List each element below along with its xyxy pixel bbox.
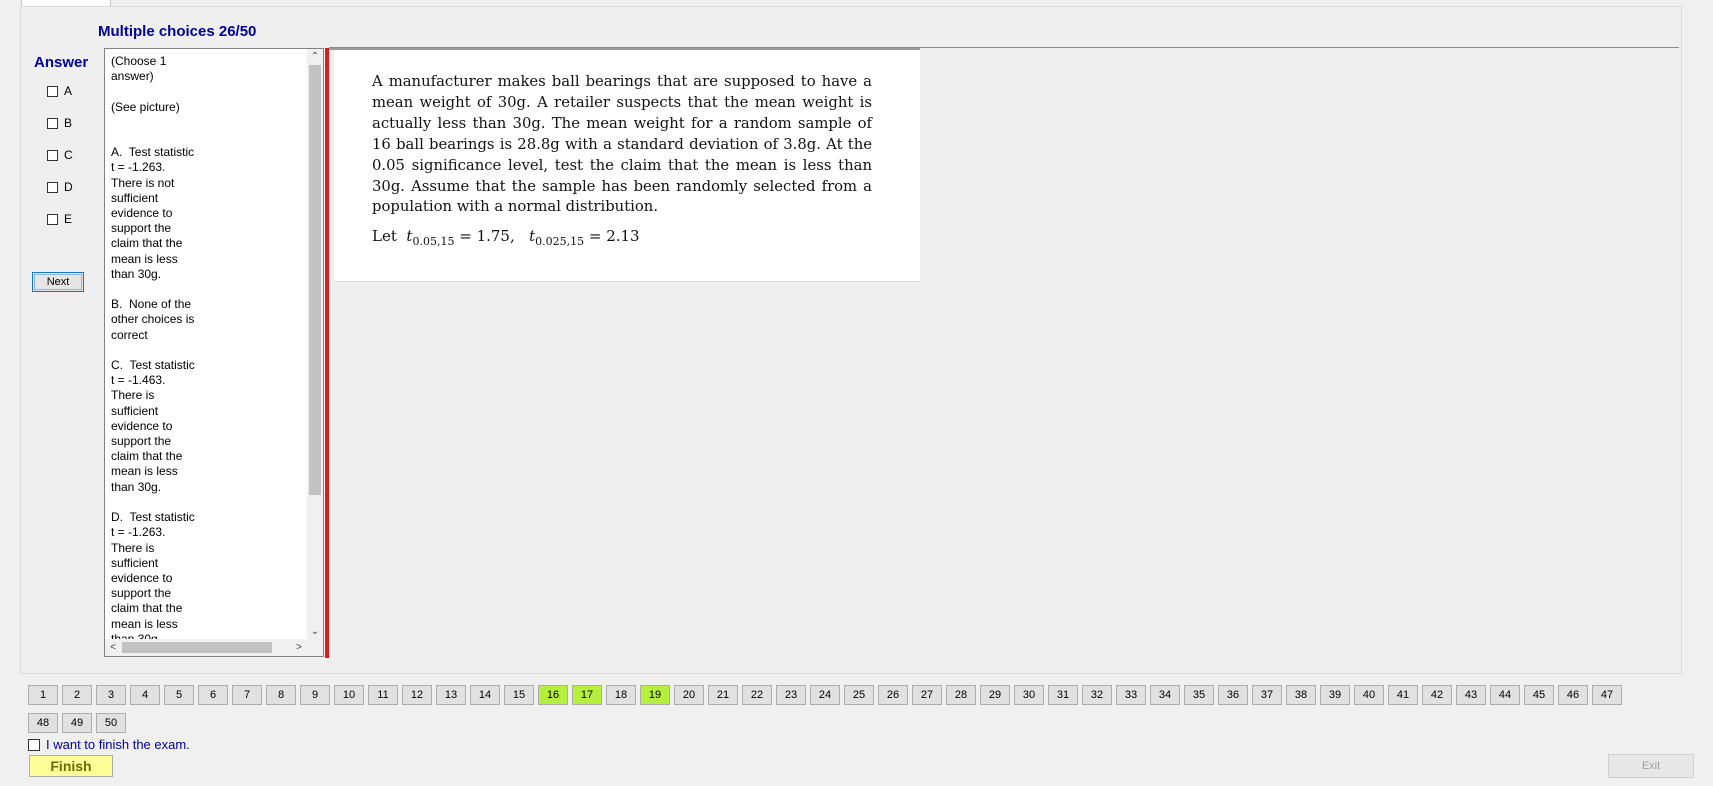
question-button-20[interactable]: 20 <box>674 685 704 705</box>
question-button-39[interactable]: 39 <box>1320 685 1350 705</box>
scroll-down-icon[interactable]: ⌄ <box>307 624 323 640</box>
question-formula: Let t0.05,15 = 1.75, t0.025,15 = 2.13 <box>372 227 640 248</box>
vertical-scrollbar[interactable]: ⌃ ⌄ <box>307 49 323 640</box>
scroll-right-icon[interactable]: > <box>291 639 307 656</box>
option-d[interactable]: D <box>47 180 73 194</box>
answer-label: Answer <box>34 54 89 71</box>
question-button-35[interactable]: 35 <box>1184 685 1214 705</box>
option-a-checkbox[interactable] <box>47 85 58 97</box>
question-button-25[interactable]: 25 <box>844 685 874 705</box>
t2-value: = 2.13 <box>588 227 640 245</box>
question-button-11[interactable]: 11 <box>368 685 398 705</box>
question-button-48[interactable]: 48 <box>28 713 58 733</box>
choices-text: (Choose 1 answer) (See picture) A. Test … <box>111 54 195 646</box>
question-counter: Multiple choices 26/50 <box>98 23 257 40</box>
t2-subscript: 0.025,15 <box>535 235 585 248</box>
question-button-26[interactable]: 26 <box>878 685 908 705</box>
question-button-3[interactable]: 3 <box>96 685 126 705</box>
question-button-7[interactable]: 7 <box>232 685 262 705</box>
question-button-16[interactable]: 16 <box>538 685 568 705</box>
question-button-4[interactable]: 4 <box>130 685 160 705</box>
question-button-36[interactable]: 36 <box>1218 685 1248 705</box>
question-button-13[interactable]: 13 <box>436 685 466 705</box>
question-button-46[interactable]: 46 <box>1558 685 1588 705</box>
scroll-left-icon[interactable]: < <box>105 639 121 656</box>
question-button-18[interactable]: 18 <box>606 685 636 705</box>
question-button-6[interactable]: 6 <box>198 685 228 705</box>
finish-checkbox-label: I want to finish the exam. <box>46 737 190 752</box>
question-picture: A manufacturer makes ball bearings that … <box>334 50 920 282</box>
question-button-30[interactable]: 30 <box>1014 685 1044 705</box>
option-c[interactable]: C <box>47 148 73 162</box>
question-button-43[interactable]: 43 <box>1456 685 1486 705</box>
question-button-38[interactable]: 38 <box>1286 685 1316 705</box>
question-button-29[interactable]: 29 <box>980 685 1010 705</box>
question-button-33[interactable]: 33 <box>1116 685 1146 705</box>
option-e-label: E <box>64 212 73 226</box>
choices-listbox[interactable]: (Choose 1 answer) (See picture) A. Test … <box>104 48 324 657</box>
question-button-9[interactable]: 9 <box>300 685 330 705</box>
option-c-checkbox[interactable] <box>47 149 58 161</box>
option-b-label: B <box>64 116 73 130</box>
question-button-45[interactable]: 45 <box>1524 685 1554 705</box>
question-button-31[interactable]: 31 <box>1048 685 1078 705</box>
question-button-14[interactable]: 14 <box>470 685 500 705</box>
option-c-label: C <box>64 148 73 162</box>
finish-checkbox-row[interactable]: I want to finish the exam. <box>28 737 190 752</box>
option-a[interactable]: A <box>47 84 72 98</box>
question-button-1[interactable]: 1 <box>28 685 58 705</box>
finish-button[interactable]: Finish <box>29 755 113 777</box>
option-e[interactable]: E <box>47 212 72 226</box>
question-button-50[interactable]: 50 <box>96 713 126 733</box>
question-button-34[interactable]: 34 <box>1150 685 1180 705</box>
question-button-41[interactable]: 41 <box>1388 685 1418 705</box>
option-a-label: A <box>64 84 73 98</box>
splitter-bar[interactable] <box>325 48 329 658</box>
finish-checkbox[interactable] <box>28 738 40 751</box>
question-button-47[interactable]: 47 <box>1592 685 1622 705</box>
question-button-27[interactable]: 27 <box>912 685 942 705</box>
option-e-checkbox[interactable] <box>47 213 58 225</box>
question-button-32[interactable]: 32 <box>1082 685 1112 705</box>
question-button-15[interactable]: 15 <box>504 685 534 705</box>
question-button-8[interactable]: 8 <box>266 685 296 705</box>
horizontal-scroll-thumb[interactable] <box>122 642 272 653</box>
question-button-42[interactable]: 42 <box>1422 685 1452 705</box>
option-d-label: D <box>64 180 73 194</box>
question-button-49[interactable]: 49 <box>62 713 92 733</box>
option-d-checkbox[interactable] <box>47 181 58 193</box>
question-button-23[interactable]: 23 <box>776 685 806 705</box>
vertical-scroll-thumb[interactable] <box>309 65 321 495</box>
scroll-corner <box>307 639 323 656</box>
question-button-21[interactable]: 21 <box>708 685 738 705</box>
formula-prefix: Let <box>372 227 397 245</box>
question-button-10[interactable]: 10 <box>334 685 364 705</box>
question-button-40[interactable]: 40 <box>1354 685 1384 705</box>
question-button-19[interactable]: 19 <box>640 685 670 705</box>
t1-value: = 1.75, <box>459 227 515 245</box>
scroll-up-icon[interactable]: ⌃ <box>307 49 323 65</box>
question-button-5[interactable]: 5 <box>164 685 194 705</box>
horizontal-scrollbar[interactable]: < > <box>105 639 307 656</box>
option-b[interactable]: B <box>47 116 72 130</box>
option-b-checkbox[interactable] <box>47 117 58 129</box>
question-button-37[interactable]: 37 <box>1252 685 1282 705</box>
question-button-44[interactable]: 44 <box>1490 685 1520 705</box>
question-text: A manufacturer makes ball bearings that … <box>372 73 872 216</box>
question-button-22[interactable]: 22 <box>742 685 772 705</box>
question-button-28[interactable]: 28 <box>946 685 976 705</box>
question-button-24[interactable]: 24 <box>810 685 840 705</box>
exit-button[interactable]: Exit <box>1608 754 1694 778</box>
question-button-12[interactable]: 12 <box>402 685 432 705</box>
question-button-17[interactable]: 17 <box>572 685 602 705</box>
next-button[interactable]: Next <box>32 272 84 292</box>
t1-subscript: 0.05,15 <box>412 235 455 248</box>
question-button-2[interactable]: 2 <box>62 685 92 705</box>
